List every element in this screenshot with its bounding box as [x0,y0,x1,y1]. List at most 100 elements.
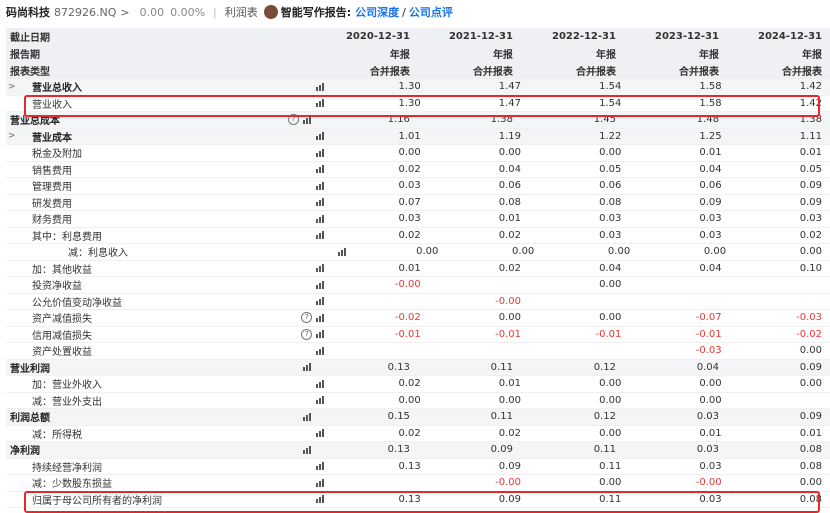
value-cell: 0.09 [498,460,522,472]
value-cell: 0.00 [398,147,421,159]
bar-chart-icon[interactable] [338,247,347,256]
bar-chart-icon[interactable] [316,231,325,240]
table-row: 减：利息收入 0.00 0.00 0.00 0.00 0.00 [6,244,830,261]
row-label-cell: 研发费用 [6,195,274,210]
value-cell: 1.58 [699,81,722,93]
bar-chart-icon[interactable] [316,264,325,273]
value-cell: 0.03 [699,213,722,225]
bar-chart-icon[interactable] [316,82,325,91]
bar-chart-icon[interactable] [316,181,325,190]
value-cell: 0.03 [696,444,719,456]
question-circle-icon[interactable]: ? [287,114,299,126]
bar-chart-icon[interactable] [316,495,325,504]
value-cell: 0.04 [696,361,719,373]
value-cell: 0.07 [398,196,421,208]
bar-chart-icon[interactable] [316,198,325,207]
value-cell: 0.08 [599,196,622,208]
row-tools [274,495,330,504]
table-row: 净利润 0.13 0.09 0.11 0.03 0.08 [6,442,830,459]
table-row: 加：其他收益 0.01 0.02 0.04 0.04 0.10 [6,261,830,277]
row-label: 税金及附加 [32,149,82,161]
table-row: 税金及附加 0.00 0.00 0.00 0.01 0.01 [6,145,830,162]
row-label-cell: 税金及附加 [6,145,274,160]
bar-chart-icon[interactable] [316,132,325,141]
row-tools [274,82,330,91]
value-cell: 0.00 [498,312,522,324]
row-tools [259,412,316,421]
income-statement-table: 截止日期 2020-12-31 2021-12-31 2022-12-31 2023-1… [6,28,830,513]
value-cell: 1.01 [398,130,421,142]
row-tools [274,264,330,273]
tab-income-statement[interactable]: 利润表 [225,4,258,20]
row-label-cell: > 营业总收入 [6,79,274,95]
header-cell: 合并报表 [678,66,719,78]
bar-chart-icon[interactable] [316,313,325,322]
value-cell: 0.12 [593,411,616,423]
value-cell: 1.45 [593,114,616,126]
bar-chart-icon[interactable] [316,379,325,388]
value-cell: 0.00 [799,345,822,357]
value-cell: 0.00 [498,394,522,406]
row-tools [274,231,330,240]
value-cell: 0.04 [599,262,622,274]
table-row: 营业总成本? 1.16 1.38 1.45 1.48 1.38 [6,112,830,129]
value-cell: -0.07 [695,312,722,324]
bar-chart-icon[interactable] [316,214,325,223]
bar-chart-icon[interactable] [316,429,325,438]
header-row: 报表类型 合并报表 合并报表 合并报表 合并报表 合并报表 [6,62,830,79]
bar-chart-icon[interactable] [316,396,325,405]
bar-chart-icon[interactable] [302,445,311,454]
row-label: 营业成本 [32,132,72,144]
value-cell: 0.02 [398,163,421,175]
bar-chart-icon[interactable] [316,297,325,306]
table-row: 持续经营净利润 0.13 0.09 0.11 0.03 0.08 [6,459,830,475]
bar-chart-icon[interactable] [316,462,325,471]
bar-chart-icon[interactable] [302,363,311,372]
row-tools [259,445,316,454]
value-cell: 0.11 [490,411,513,423]
value-cell: 0.09 [490,444,513,456]
value-cell: 0.04 [699,262,722,274]
bar-chart-icon[interactable] [316,165,325,174]
caret-right-icon[interactable]: > [8,131,16,141]
value-cell: -0.01 [595,328,622,340]
value-cell: 0.06 [599,180,622,192]
header-cell: 合并报表 [575,66,616,78]
bar-chart-icon[interactable] [302,115,311,124]
table-row: 其中：利息费用 0.02 0.02 0.03 0.03 0.02 [6,228,830,244]
value-cell: 0.05 [799,163,822,175]
link-company-depth[interactable]: 公司深度 [355,4,399,20]
header-cell: 合并报表 [472,66,513,78]
assistant-avatar-icon [263,5,278,19]
header-cell: 2020-12-31 [345,30,410,42]
value-cell: 0.02 [498,229,522,241]
bar-chart-icon[interactable] [316,99,325,108]
ai-report-label: 智能写作报告: [280,6,352,19]
row-label-cell: 减：营业外支出 [6,393,274,408]
bar-chart-icon[interactable] [316,148,325,157]
bar-chart-icon[interactable] [302,412,311,421]
question-circle-icon[interactable]: ? [301,328,313,340]
table-row: 利润总额 0.15 0.11 0.12 0.03 0.09 [6,409,830,426]
row-label: 减：所得税 [32,429,82,441]
row-label: 营业利润 [10,363,50,375]
question-circle-icon[interactable]: ? [301,312,313,324]
caret-right-icon[interactable]: > [8,82,16,92]
value-cell: 0.01 [498,213,522,225]
row-label-cell: 减：利息收入 [6,244,299,259]
row-label-cell: 加：其他收益 [6,261,274,276]
value-cell: 0.15 [387,411,410,423]
value-cell: 0.00 [799,378,822,390]
row-tools [259,363,316,372]
bar-chart-icon[interactable] [316,280,325,289]
value-cell: 0.03 [696,411,719,423]
bar-chart-icon[interactable] [316,346,325,355]
value-cell: 0.08 [799,444,822,456]
value-cell: 1.38 [799,114,822,126]
table-row: 公允价值变动净收益 -0.00 [6,294,830,310]
table-row: 加：营业外收入 0.02 0.01 0.00 0.00 0.00 [6,376,830,393]
bar-chart-icon[interactable] [316,330,325,339]
link-company-review[interactable]: 公司点评 [409,4,453,20]
chevron-right-icon[interactable]: > [120,6,129,19]
table-row: 销售费用 0.02 0.04 0.05 0.04 0.05 [6,162,830,178]
